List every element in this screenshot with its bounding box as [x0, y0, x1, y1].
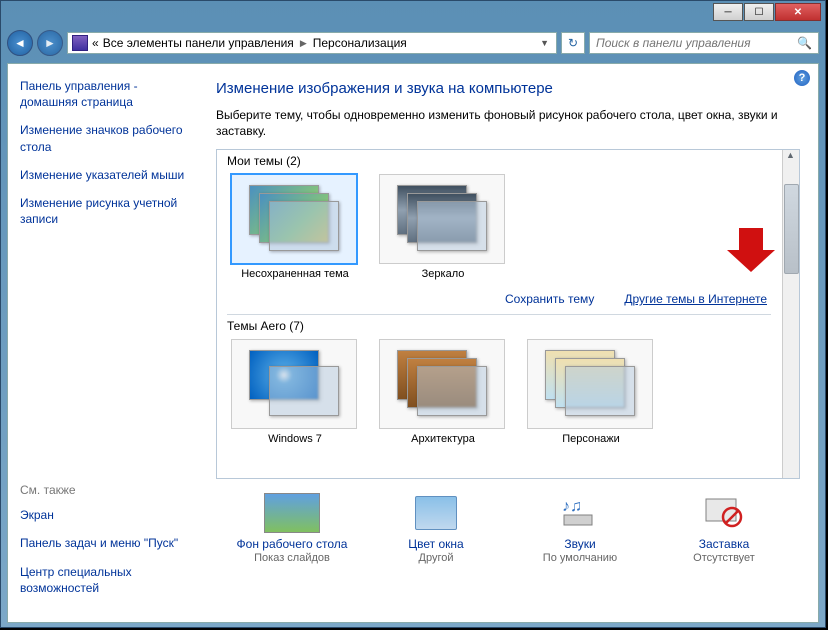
sidebar: Панель управления - домашняя страница Из… — [8, 64, 208, 622]
screensaver-icon — [696, 493, 752, 533]
my-themes-header: Мои темы (2) — [227, 154, 771, 168]
my-themes-group: Мои темы (2) Несохраненная тема — [217, 150, 781, 288]
window-color-icon — [408, 493, 464, 533]
setting-label: Цвет окна — [366, 537, 506, 551]
theme-thumbnail — [379, 174, 505, 264]
theme-thumbnail — [231, 339, 357, 429]
setting-label: Заставка — [654, 537, 794, 551]
chevron-right-icon[interactable]: ▶ — [300, 38, 307, 49]
page-subtitle: Выберите тему, чтобы одновременно измени… — [216, 107, 800, 139]
theme-thumbnail — [379, 339, 505, 429]
refresh-button[interactable]: ↻ — [561, 32, 585, 54]
aero-themes-group: Темы Aero (7) Windows 7 Архи — [217, 315, 781, 453]
control-panel-home-link[interactable]: Панель управления - домашняя страница — [20, 78, 196, 110]
search-input[interactable] — [596, 36, 797, 50]
minimize-button[interactable] — [713, 3, 743, 21]
scrollbar[interactable]: ▲ — [782, 150, 799, 478]
breadcrumb-prefix: « — [92, 36, 99, 50]
address-bar[interactable]: « Все элементы панели управления ▶ Персо… — [67, 32, 557, 54]
bottom-settings: Фон рабочего стола Показ слайдов Цвет ок… — [216, 493, 800, 564]
aero-themes-header: Темы Aero (7) — [227, 319, 771, 333]
help-icon[interactable]: ? — [794, 70, 810, 86]
main-panel: Изменение изображения и звука на компьют… — [208, 64, 818, 622]
window-color-setting[interactable]: Цвет окна Другой — [366, 493, 506, 564]
setting-label: Звуки — [510, 537, 650, 551]
theme-item-unsaved[interactable]: Несохраненная тема — [231, 174, 359, 280]
content-area: ? Панель управления - домашняя страница … — [7, 63, 819, 623]
sidebar-link-mouse-pointers[interactable]: Изменение указателей мыши — [20, 167, 196, 183]
desktop-background-icon — [264, 493, 320, 533]
sounds-icon: ♪♫ — [552, 493, 608, 533]
svg-text:♪♫: ♪♫ — [562, 498, 582, 515]
theme-item-mirror[interactable]: Зеркало — [379, 174, 507, 280]
theme-thumbnail — [231, 174, 357, 264]
search-box[interactable]: 🔍 — [589, 32, 819, 54]
sidebar-link-account-picture[interactable]: Изменение рисунка учетной записи — [20, 195, 196, 227]
theme-item-characters[interactable]: Персонажи — [527, 339, 655, 445]
setting-value: Показ слайдов — [222, 552, 362, 564]
theme-label: Зеркало — [379, 268, 507, 280]
control-panel-icon — [72, 35, 88, 51]
search-icon[interactable]: 🔍 — [797, 36, 812, 50]
theme-label: Windows 7 — [231, 433, 359, 445]
scroll-up-icon[interactable]: ▲ — [783, 150, 798, 166]
screensaver-setting[interactable]: Заставка Отсутствует — [654, 493, 794, 564]
breadcrumb-item[interactable]: Все элементы панели управления — [103, 36, 294, 50]
setting-label: Фон рабочего стола — [222, 537, 362, 551]
theme-label: Персонажи — [527, 433, 655, 445]
theme-label: Несохраненная тема — [231, 268, 359, 280]
toolbar: ◄ ► « Все элементы панели управления ▶ П… — [1, 27, 825, 59]
window: ◄ ► « Все элементы панели управления ▶ П… — [0, 0, 826, 628]
sidebar-link-ease-of-access[interactable]: Центр специальных возможностей — [20, 564, 196, 596]
scrollbar-thumb[interactable] — [784, 184, 799, 274]
theme-label: Архитектура — [379, 433, 507, 445]
close-button[interactable] — [775, 3, 821, 21]
back-button[interactable]: ◄ — [7, 30, 33, 56]
sounds-setting[interactable]: ♪♫ Звуки По умолчанию — [510, 493, 650, 564]
theme-thumbnail — [527, 339, 653, 429]
sidebar-link-display[interactable]: Экран — [20, 507, 196, 523]
setting-value: По умолчанию — [510, 552, 650, 564]
titlebar — [1, 1, 825, 27]
themes-pane: Мои темы (2) Несохраненная тема — [216, 149, 800, 479]
page-title: Изменение изображения и звука на компьют… — [216, 80, 800, 97]
setting-value: Отсутствует — [654, 552, 794, 564]
sidebar-link-taskbar[interactable]: Панель задач и меню "Пуск" — [20, 535, 196, 551]
theme-actions: Сохранить тему Другие темы в Интернете — [217, 288, 781, 314]
see-also-header: См. также — [20, 483, 196, 497]
online-themes-link[interactable]: Другие темы в Интернете — [624, 292, 767, 306]
breadcrumb-item[interactable]: Персонализация — [313, 36, 407, 50]
sidebar-link-desktop-icons[interactable]: Изменение значков рабочего стола — [20, 122, 196, 154]
chevron-down-icon[interactable]: ▼ — [537, 38, 552, 48]
forward-button[interactable]: ► — [37, 30, 63, 56]
desktop-background-setting[interactable]: Фон рабочего стола Показ слайдов — [222, 493, 362, 564]
maximize-button[interactable] — [744, 3, 774, 21]
theme-item-architecture[interactable]: Архитектура — [379, 339, 507, 445]
save-theme-link[interactable]: Сохранить тему — [505, 292, 594, 306]
theme-item-windows7[interactable]: Windows 7 — [231, 339, 359, 445]
setting-value: Другой — [366, 552, 506, 564]
